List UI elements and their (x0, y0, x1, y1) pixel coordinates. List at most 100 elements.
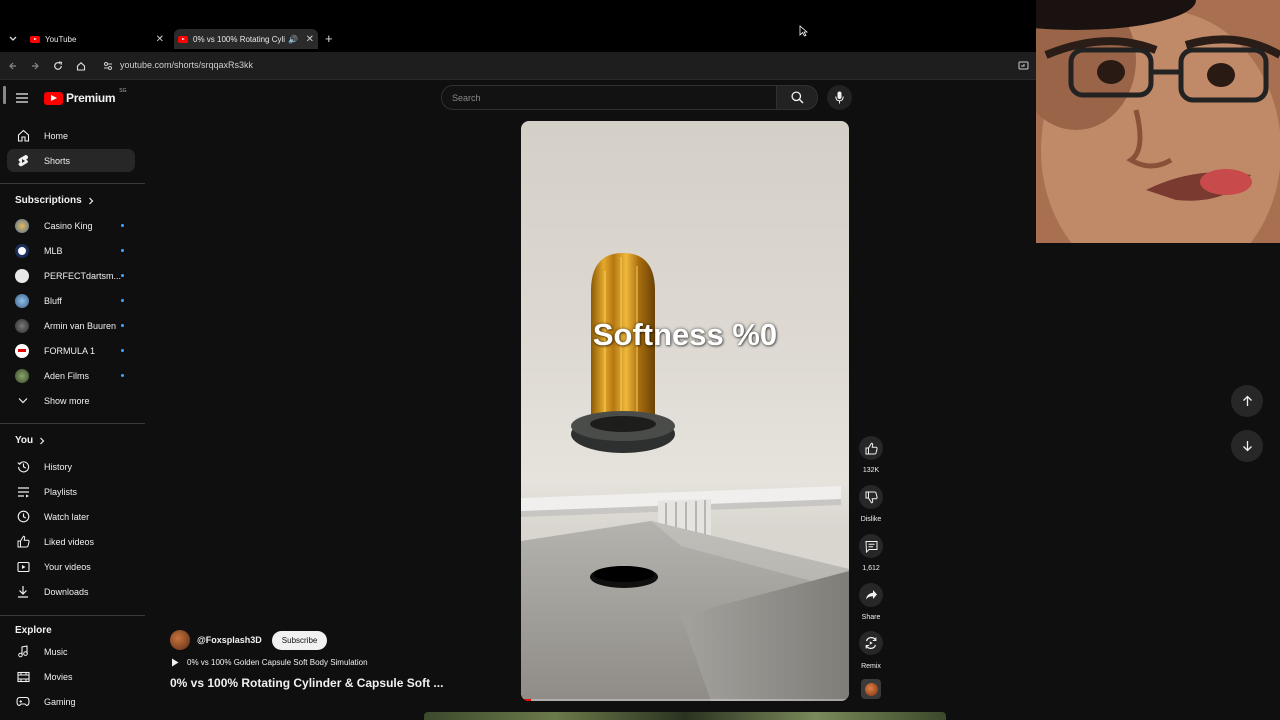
sidebar-item-aden-films[interactable]: Aden Films (7, 364, 135, 387)
sidebar-item-your-videos[interactable]: Your videos (7, 555, 135, 578)
gaming-icon (16, 696, 30, 707)
sidebar-item-label: Liked videos (44, 536, 95, 547)
sidebar-item-downloads[interactable]: Downloads (7, 580, 135, 603)
short-title[interactable]: 0% vs 100% Rotating Cylinder & Capsule S… (170, 676, 443, 690)
chevron-right-icon (40, 437, 45, 444)
tab-label: 0% vs 100% Rotating Cylinde (193, 34, 285, 44)
sidebar-item-label: Your videos (44, 561, 91, 572)
sidebar-item-music[interactable]: Music (7, 640, 135, 663)
sidebar-item-playlists[interactable]: Playlists (7, 480, 135, 503)
search-placeholder: Search (452, 93, 481, 103)
new-tab-plus-icon[interactable]: + (325, 31, 333, 46)
sidebar-item-label: Home (44, 130, 69, 141)
new-content-dot (121, 374, 124, 377)
previous-short-button[interactable] (1231, 385, 1263, 417)
close-icon[interactable]: ✕ (306, 34, 314, 45)
webcam-overlay (1036, 0, 1280, 243)
reload-icon[interactable] (53, 61, 63, 71)
playlists-icon (17, 486, 29, 497)
section-title: Explore (15, 625, 52, 636)
youtube-favicon-icon (30, 35, 40, 43)
like-button[interactable] (859, 436, 883, 460)
sidebar-item-label: Music (44, 646, 68, 657)
sidebar-item-perfectdarts[interactable]: PERFECTdartsm... (7, 264, 135, 287)
sidebar-item-label: Gaming (44, 696, 76, 707)
progress-fill (521, 699, 531, 701)
avatar (15, 243, 29, 258)
youtube-premium-logo[interactable]: Premium SG (44, 88, 127, 105)
related-video-link[interactable]: 0% vs 100% Golden Capsule Soft Body Simu… (171, 658, 368, 667)
site-settings-icon[interactable] (103, 61, 113, 71)
history-icon (16, 461, 29, 473)
share-label: Share (861, 614, 881, 621)
thumbs-up-icon (865, 442, 878, 454)
close-icon[interactable]: ✕ (156, 34, 164, 45)
cast-icon[interactable] (1018, 61, 1029, 71)
sidebar-item-shorts[interactable]: Shorts (7, 149, 135, 172)
search-input[interactable]: Search (441, 85, 777, 110)
sidebar-item-watch-later[interactable]: Watch later (7, 505, 135, 528)
tab-list-button[interactable] (6, 32, 20, 46)
tab-active-short[interactable]: 0% vs 100% Rotating Cylinde 🔊 ✕ (174, 29, 318, 49)
divider (0, 423, 145, 424)
thumbs-down-icon (865, 491, 878, 503)
search-button[interactable] (776, 85, 818, 110)
home-icon[interactable] (76, 61, 86, 71)
section-title: You (15, 435, 34, 446)
shorts-icon (18, 154, 29, 166)
you-header[interactable]: You (15, 435, 45, 446)
forward-icon[interactable] (30, 61, 40, 71)
avatar (15, 343, 29, 358)
divider (0, 183, 145, 184)
home-icon (17, 129, 29, 142)
sidebar-item-formula-1[interactable]: FORMULA 1 (7, 339, 135, 362)
remix-button[interactable] (859, 631, 883, 655)
subscriptions-header[interactable]: Subscriptions (15, 195, 94, 206)
menu-icon[interactable] (16, 93, 28, 103)
section-title: Subscriptions (15, 195, 82, 206)
avatar (15, 268, 29, 283)
dislike-button[interactable] (859, 485, 883, 509)
sidebar-item-home[interactable]: Home (7, 124, 135, 147)
sidebar-item-armin-van-buuren[interactable]: Armin van Buuren (7, 314, 135, 337)
avatar (15, 368, 29, 383)
search-icon (790, 91, 803, 104)
sidebar-item-mlb[interactable]: MLB (7, 239, 135, 262)
sidebar-item-bluff[interactable]: Bluff (7, 289, 135, 312)
next-short-preview[interactable] (424, 712, 946, 720)
share-icon (865, 590, 877, 600)
sidebar-item-liked-videos[interactable]: Liked videos (7, 530, 135, 553)
remix-label: Remix (861, 663, 881, 670)
show-more-label: Show more (44, 395, 90, 406)
sidebar-item-label: Casino King (44, 220, 93, 231)
youtube-favicon-icon (178, 35, 188, 43)
sidebar-item-gaming[interactable]: Gaming (7, 690, 135, 713)
voice-search-button[interactable] (827, 85, 852, 110)
next-short-button[interactable] (1231, 430, 1263, 462)
video-frame-scene (521, 253, 849, 701)
like-count: 132K (862, 467, 880, 474)
comments-button[interactable] (859, 534, 883, 558)
channel-name[interactable]: @Foxsplash3D (197, 635, 262, 645)
subscribe-button[interactable]: Subscribe (271, 630, 328, 650)
share-button[interactable] (859, 583, 883, 607)
comment-count: 1,612 (862, 565, 880, 572)
explore-header: Explore (15, 625, 52, 636)
movies-icon (16, 671, 30, 682)
sidebar-item-label: PERFECTdartsm... (44, 270, 122, 281)
url-field[interactable]: youtube.com/shorts/srqqaxRs3kk (120, 60, 253, 70)
back-icon[interactable] (8, 61, 18, 71)
music-icon (18, 645, 28, 658)
avatar (15, 293, 29, 308)
sound-source-button[interactable] (861, 679, 881, 699)
shorts-video-player[interactable]: Softness %0 (521, 121, 849, 701)
avatar[interactable] (170, 630, 190, 650)
sidebar-scrollbar[interactable] (3, 86, 6, 104)
speaker-icon[interactable]: 🔊 (288, 35, 298, 44)
video-progress-bar[interactable] (521, 699, 849, 701)
sidebar-item-movies[interactable]: Movies (7, 665, 135, 688)
tab-youtube[interactable]: YouTube ✕ (26, 29, 168, 49)
show-more-button[interactable]: Show more (7, 389, 135, 412)
sidebar-item-history[interactable]: History (7, 455, 135, 478)
sidebar-item-casino-king[interactable]: Casino King (7, 214, 135, 237)
